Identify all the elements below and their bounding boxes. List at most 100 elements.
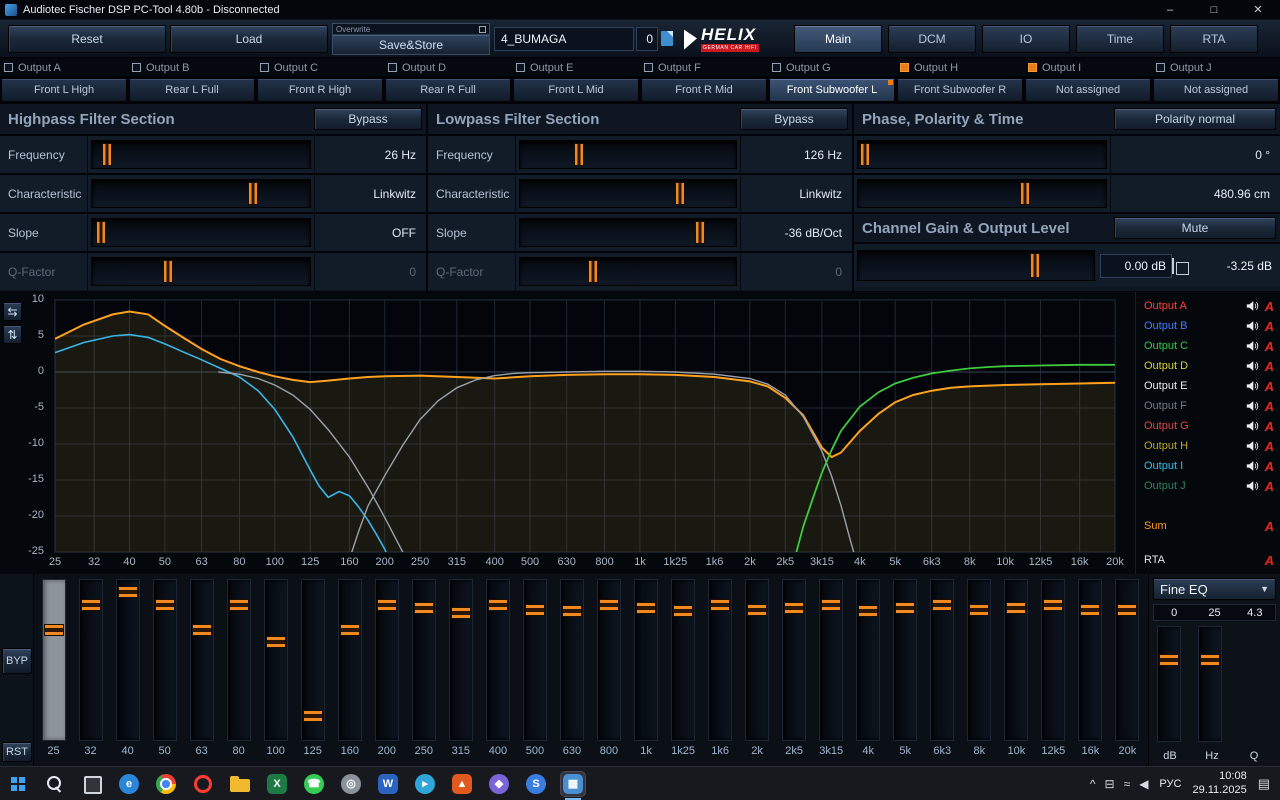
fine-eq-q-value[interactable]: 4.3 bbox=[1235, 605, 1275, 620]
channel-button-front-l-mid[interactable]: Front L Mid bbox=[513, 78, 639, 102]
eq-slider-handle[interactable] bbox=[710, 599, 731, 612]
eq-slider-track-25[interactable] bbox=[41, 579, 66, 741]
eq-slider-track-160[interactable] bbox=[337, 579, 362, 741]
telegram-icon[interactable]: ▸ bbox=[413, 772, 437, 796]
analyzer-flag[interactable]: A bbox=[1260, 479, 1274, 494]
tray-display-icon[interactable]: ⊟ bbox=[1105, 777, 1115, 791]
checkbox-output-b[interactable] bbox=[132, 63, 141, 72]
channel-button-front-subwoofer-r[interactable]: Front Subwoofer R bbox=[897, 78, 1023, 102]
eq-slider-handle[interactable] bbox=[339, 624, 360, 637]
eq-slider-handle[interactable] bbox=[858, 605, 879, 618]
link-icon[interactable] bbox=[1172, 257, 1174, 274]
slider-track[interactable] bbox=[91, 140, 311, 169]
eq-slider-handle[interactable] bbox=[450, 606, 471, 619]
eq-slider-track-3k15[interactable] bbox=[819, 579, 844, 741]
slider-track[interactable] bbox=[91, 257, 311, 286]
checkbox-output-c[interactable] bbox=[260, 63, 269, 72]
slider-handle[interactable] bbox=[96, 221, 107, 244]
fine-eq-db-slider[interactable] bbox=[1157, 626, 1181, 742]
slider-handle[interactable] bbox=[248, 182, 258, 205]
tray-volume-icon[interactable]: ◀ bbox=[1139, 777, 1148, 791]
fine-eq-db-handle[interactable] bbox=[1159, 653, 1179, 666]
speaker-icon[interactable] bbox=[1244, 380, 1260, 392]
eq-slider-handle[interactable] bbox=[1043, 599, 1064, 612]
analyzer-flag[interactable]: A bbox=[1260, 319, 1274, 334]
eq-slider-handle[interactable] bbox=[80, 599, 101, 612]
gain-slider-track[interactable] bbox=[857, 250, 1095, 281]
eq-slider-track-50[interactable] bbox=[152, 579, 177, 741]
preset-edit-icon[interactable] bbox=[661, 31, 673, 46]
eq-slider-track-5k[interactable] bbox=[893, 579, 918, 741]
eq-slider-track-40[interactable] bbox=[115, 579, 140, 741]
channel-button-not-assigned[interactable]: Not assigned bbox=[1025, 78, 1151, 102]
eq-slider-track-315[interactable] bbox=[448, 579, 473, 741]
eq-slider-handle[interactable] bbox=[487, 599, 508, 612]
language-indicator[interactable]: РУС bbox=[1159, 778, 1181, 790]
opera-icon[interactable] bbox=[191, 772, 215, 796]
fine-eq-hz-slider[interactable] bbox=[1198, 626, 1222, 742]
analyzer-flag[interactable]: A bbox=[1260, 339, 1274, 354]
eq-slider-track-400[interactable] bbox=[485, 579, 510, 741]
checkbox-output-f[interactable] bbox=[644, 63, 653, 72]
checkbox-output-j[interactable] bbox=[1156, 63, 1165, 72]
slider-track[interactable] bbox=[519, 179, 737, 208]
eq-slider-track-630[interactable] bbox=[559, 579, 584, 741]
eq-slider-track-63[interactable] bbox=[189, 579, 214, 741]
slider-handle[interactable] bbox=[695, 221, 706, 244]
eq-slider-handle[interactable] bbox=[1006, 602, 1027, 615]
slider-handle[interactable] bbox=[102, 143, 113, 166]
eq-slider-handle[interactable] bbox=[228, 599, 249, 612]
eq-slider-track-100[interactable] bbox=[263, 579, 288, 741]
slider-track[interactable] bbox=[91, 218, 311, 247]
eq-slider-track-80[interactable] bbox=[226, 579, 251, 741]
security-app-icon[interactable]: ▲ bbox=[450, 772, 474, 796]
edge-icon[interactable]: e bbox=[117, 772, 141, 796]
analyzer-flag[interactable]: A bbox=[1260, 419, 1274, 434]
eq-slider-track-1k25[interactable] bbox=[671, 579, 696, 741]
gray-app-icon[interactable]: ◎ bbox=[339, 772, 363, 796]
speaker-icon[interactable] bbox=[1244, 420, 1260, 432]
analyzer-flag[interactable]: A bbox=[1260, 459, 1274, 474]
chrome-icon[interactable] bbox=[154, 772, 178, 796]
checkbox-output-d[interactable] bbox=[388, 63, 397, 72]
eq-slider-track-20k[interactable] bbox=[1115, 579, 1140, 741]
eq-slider-track-2k5[interactable] bbox=[782, 579, 807, 741]
blue-app-icon[interactable]: S bbox=[524, 772, 548, 796]
channel-button-front-r-mid[interactable]: Front R Mid bbox=[641, 78, 767, 102]
speaker-icon[interactable] bbox=[1244, 400, 1260, 412]
eq-slider-track-1k6[interactable] bbox=[708, 579, 733, 741]
eq-slider-handle[interactable] bbox=[673, 605, 694, 618]
speaker-icon[interactable] bbox=[1244, 480, 1260, 492]
tab-io[interactable]: IO bbox=[982, 25, 1070, 53]
overwrite-checkbox[interactable] bbox=[479, 25, 486, 33]
rta-analyzer-flag[interactable]: A bbox=[1260, 553, 1274, 568]
channel-button-not-assigned[interactable]: Not assigned bbox=[1153, 78, 1279, 102]
eq-slider-track-10k[interactable] bbox=[1004, 579, 1029, 741]
close-button[interactable]: ✕ bbox=[1236, 0, 1280, 19]
slider-track[interactable] bbox=[857, 179, 1107, 208]
highpass-bypass-button[interactable]: Bypass bbox=[314, 108, 422, 130]
eq-slider-handle[interactable] bbox=[117, 585, 138, 598]
analyzer-flag[interactable]: A bbox=[1260, 439, 1274, 454]
folder-icon[interactable] bbox=[228, 772, 252, 796]
eq-slider-handle[interactable] bbox=[524, 603, 545, 616]
word-icon[interactable]: W bbox=[376, 772, 400, 796]
checkbox-output-e[interactable] bbox=[516, 63, 525, 72]
eq-slider-handle[interactable] bbox=[561, 605, 582, 618]
channel-button-front-r-high[interactable]: Front R High bbox=[257, 78, 383, 102]
fine-eq-db-value[interactable]: 0 bbox=[1154, 605, 1194, 620]
eq-slider-track-2k[interactable] bbox=[745, 579, 770, 741]
eq-slider-track-800[interactable] bbox=[596, 579, 621, 741]
channel-button-rear-l-full[interactable]: Rear L Full bbox=[129, 78, 255, 102]
slider-handle[interactable] bbox=[1019, 182, 1030, 205]
checkbox-output-a[interactable] bbox=[4, 63, 13, 72]
checkbox-output-i[interactable] bbox=[1028, 63, 1037, 72]
eq-slider-track-200[interactable] bbox=[374, 579, 399, 741]
fine-eq-hz-value[interactable]: 25 bbox=[1194, 605, 1234, 620]
checkbox-output-g[interactable] bbox=[772, 63, 781, 72]
reset-button[interactable]: Reset bbox=[8, 25, 166, 53]
slider-handle[interactable] bbox=[573, 143, 584, 166]
eq-slider-handle[interactable] bbox=[302, 710, 323, 723]
eq-slider-track-32[interactable] bbox=[78, 579, 103, 741]
search-icon[interactable] bbox=[43, 772, 67, 796]
